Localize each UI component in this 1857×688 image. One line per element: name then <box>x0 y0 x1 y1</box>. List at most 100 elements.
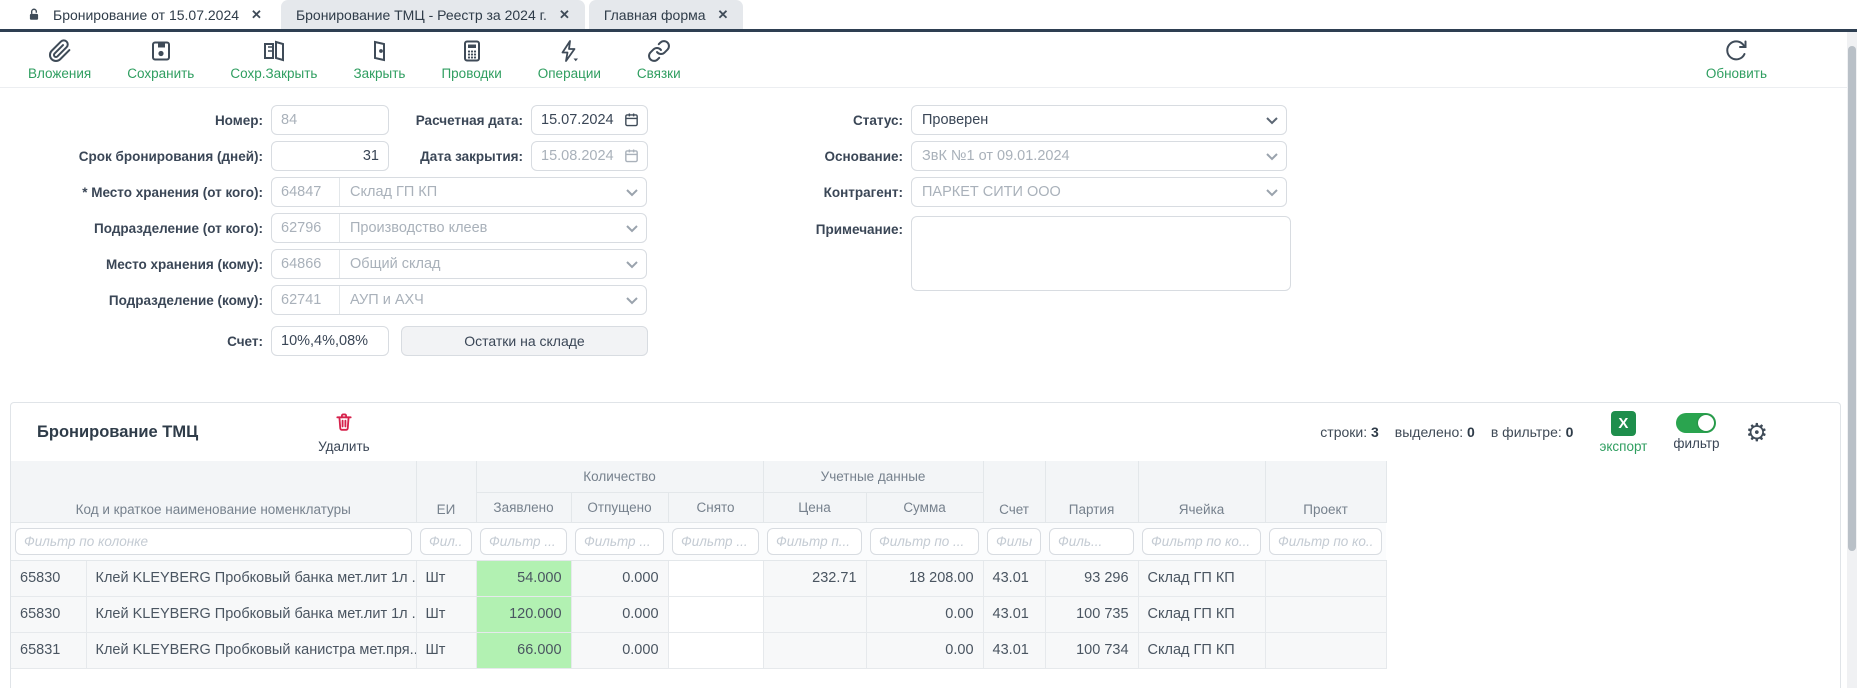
export-button[interactable]: X экспорт <box>1599 411 1647 454</box>
tab-registry[interactable]: Бронирование ТМЦ - Реестр за 2024 г. ✕ <box>281 0 585 29</box>
cell-sum[interactable]: 0.00 <box>866 596 983 632</box>
filter-input-cell[interactable] <box>1142 528 1261 555</box>
column-header-released[interactable]: Отпущено <box>571 492 668 522</box>
close-icon[interactable]: ✕ <box>251 7 262 23</box>
close-icon[interactable]: ✕ <box>718 7 729 23</box>
calendar-icon[interactable] <box>623 147 640 169</box>
close-icon[interactable]: ✕ <box>559 7 570 23</box>
cell-account[interactable]: 43.01 <box>983 596 1045 632</box>
links-button[interactable]: Связки <box>637 39 681 81</box>
cell-removed[interactable] <box>668 596 763 632</box>
delete-button[interactable]: Удалить <box>318 411 370 454</box>
basis-select[interactable]: ЗвК №1 от 09.01.2024 <box>911 141 1287 171</box>
table-row[interactable]: 65830 Клей KLEYBERG Пробковый банка мет.… <box>11 596 1386 632</box>
cell-price[interactable]: 232.71 <box>763 560 866 596</box>
cell-name[interactable]: Клей KLEYBERG Пробковый банка мет.лит 1л… <box>86 596 416 632</box>
toggle-on-icon <box>1676 413 1716 433</box>
cell-requested[interactable]: 54.000 <box>476 560 571 596</box>
vertical-scrollbar[interactable] <box>1847 32 1857 688</box>
cell-removed[interactable] <box>668 560 763 596</box>
cell-cell[interactable]: Склад ГП КП <box>1138 560 1265 596</box>
cell-unit[interactable]: Шт <box>416 596 476 632</box>
cell-removed[interactable] <box>668 632 763 668</box>
cell-name[interactable]: Клей KLEYBERG Пробковый банка мет.лит 1л… <box>86 560 416 596</box>
account-input[interactable] <box>271 326 389 356</box>
scrollbar-thumb[interactable] <box>1848 46 1856 551</box>
cell-sum[interactable]: 0.00 <box>866 632 983 668</box>
calendar-icon[interactable] <box>623 111 640 133</box>
attachments-button[interactable]: Вложения <box>28 39 91 81</box>
cell-project[interactable] <box>1265 632 1386 668</box>
division-from-lookup[interactable]: 62796 Производство клеев <box>271 213 647 243</box>
reserve-days-label: Срок бронирования (дней): <box>10 149 263 164</box>
save-button[interactable]: Сохранить <box>127 39 194 81</box>
note-textarea[interactable] <box>911 216 1291 291</box>
cell-cell[interactable]: Склад ГП КП <box>1138 632 1265 668</box>
cell-code[interactable]: 65831 <box>11 632 86 668</box>
cell-requested[interactable]: 120.000 <box>476 596 571 632</box>
cell-price[interactable] <box>763 596 866 632</box>
cell-code[interactable]: 65830 <box>11 596 86 632</box>
table-row[interactable]: 65831 Клей KLEYBERG Пробковый канистра м… <box>11 632 1386 668</box>
reserve-days-input[interactable] <box>271 141 389 171</box>
column-header-project[interactable]: Проект <box>1265 461 1386 522</box>
filter-input-name[interactable] <box>15 528 412 555</box>
cell-project[interactable] <box>1265 596 1386 632</box>
filter-input-requested[interactable] <box>480 528 567 555</box>
cell-name[interactable]: Клей KLEYBERG Пробковый канистра мет.пря… <box>86 632 416 668</box>
column-header-price[interactable]: Цена <box>763 492 866 522</box>
cell-account[interactable]: 43.01 <box>983 632 1045 668</box>
filter-input-unit[interactable] <box>420 528 472 555</box>
filter-input-account[interactable] <box>987 528 1041 555</box>
column-header-removed[interactable]: Снято <box>668 492 763 522</box>
number-input[interactable] <box>271 105 389 135</box>
filter-toggle[interactable]: фильтр <box>1673 413 1719 451</box>
save-close-button[interactable]: Сохр.Закрыть <box>230 39 317 81</box>
filter-input-price[interactable] <box>767 528 862 555</box>
postings-button[interactable]: Проводки <box>441 39 501 81</box>
cell-requested[interactable]: 66.000 <box>476 632 571 668</box>
close-button[interactable]: Закрыть <box>353 39 405 81</box>
cell-released[interactable]: 0.000 <box>571 632 668 668</box>
tab-booking-document[interactable]: Бронирование от 15.07.2024 ✕ <box>12 0 277 29</box>
tab-main-form[interactable]: Главная форма ✕ <box>589 0 744 29</box>
cell-code[interactable]: 65830 <box>11 560 86 596</box>
cell-unit[interactable]: Шт <box>416 632 476 668</box>
storage-from-lookup[interactable]: 64847 Склад ГП КП <box>271 177 647 207</box>
cell-released[interactable]: 0.000 <box>571 560 668 596</box>
cell-batch[interactable]: 93 296 <box>1045 560 1138 596</box>
cell-cell[interactable]: Склад ГП КП <box>1138 596 1265 632</box>
refresh-button[interactable]: Обновить <box>1706 39 1767 81</box>
column-header-name[interactable]: Код и краткое наименование номенклатуры <box>11 461 416 522</box>
cell-unit[interactable]: Шт <box>416 560 476 596</box>
chevron-down-icon <box>1258 186 1286 198</box>
operations-button[interactable]: Операции <box>538 39 601 81</box>
filter-input-released[interactable] <box>575 528 664 555</box>
column-header-cell[interactable]: Ячейка <box>1138 461 1265 522</box>
column-header-batch[interactable]: Партия <box>1045 461 1138 522</box>
filter-input-batch[interactable] <box>1049 528 1134 555</box>
cell-sum[interactable]: 18 208.00 <box>866 560 983 596</box>
column-header-requested[interactable]: Заявлено <box>476 492 571 522</box>
stock-balance-button[interactable]: Остатки на складе <box>401 326 648 356</box>
column-header-unit[interactable]: ЕИ <box>416 461 476 522</box>
division-to-lookup[interactable]: 62741 АУП и АХЧ <box>271 285 647 315</box>
storage-to-lookup[interactable]: 64866 Общий склад <box>271 249 647 279</box>
status-select[interactable]: Проверен <box>911 105 1287 135</box>
chevron-down-icon <box>1258 150 1286 162</box>
settings-button[interactable]: ⚙ <box>1746 420 1768 445</box>
cell-project[interactable] <box>1265 560 1386 596</box>
column-header-account[interactable]: Счет <box>983 461 1045 522</box>
filter-input-sum[interactable] <box>870 528 979 555</box>
cell-batch[interactable]: 100 734 <box>1045 632 1138 668</box>
cell-released[interactable]: 0.000 <box>571 596 668 632</box>
filter-input-removed[interactable] <box>672 528 759 555</box>
counterparty-select[interactable]: ПАРКЕТ СИТИ ООО <box>911 177 1287 207</box>
cell-account[interactable]: 43.01 <box>983 560 1045 596</box>
filter-input-project[interactable] <box>1269 528 1382 555</box>
table-row[interactable]: 65830 Клей KLEYBERG Пробковый банка мет.… <box>11 560 1386 596</box>
column-header-sum[interactable]: Сумма <box>866 492 983 522</box>
grid-stats: строки: 3 выделено: 0 в фильтре: 0 <box>1320 424 1573 440</box>
cell-price[interactable] <box>763 632 866 668</box>
cell-batch[interactable]: 100 735 <box>1045 596 1138 632</box>
